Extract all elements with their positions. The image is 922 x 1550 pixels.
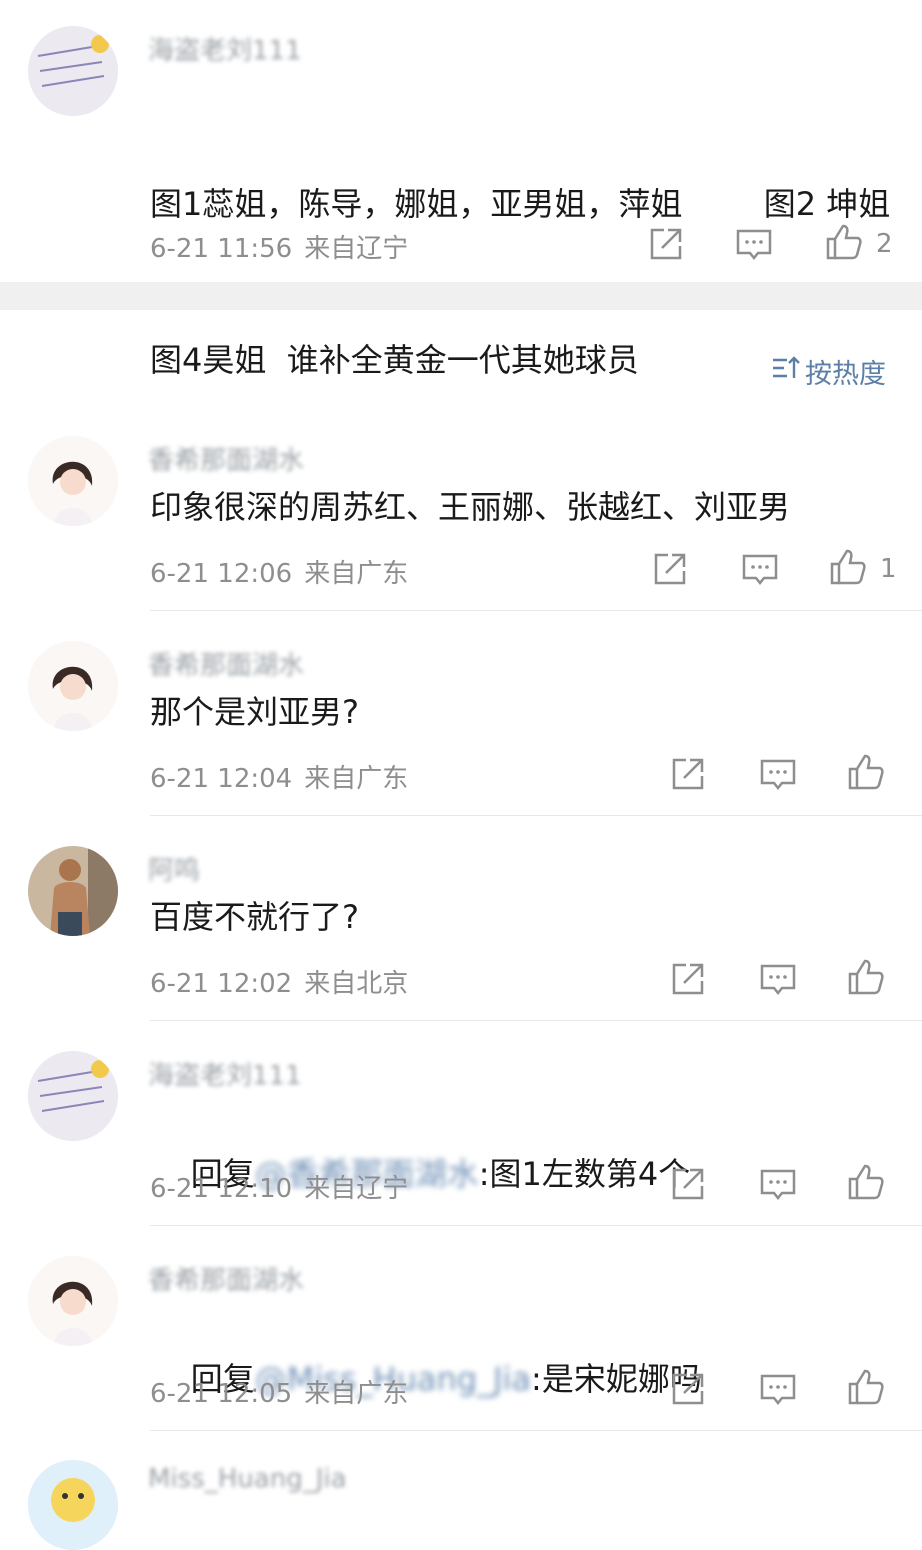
share-icon[interactable] <box>650 549 690 589</box>
reply-text: :图1左数第4个 <box>478 1155 691 1193</box>
share-icon[interactable] <box>668 1164 708 1204</box>
avatar[interactable] <box>28 1256 118 1346</box>
username[interactable]: Miss_Huang_Jia <box>148 1464 347 1494</box>
timestamp: 6-21 12:06 <box>150 559 293 589</box>
timestamp: 6-21 12:02 <box>150 969 293 999</box>
timestamp: 6-21 12:04 <box>150 764 293 794</box>
like-count: 2 <box>876 229 893 259</box>
sort-by-hot-button[interactable]: 按热度 <box>771 352 886 391</box>
location: 来自广东 <box>304 1379 409 1409</box>
comment-meta: 6-21 12:04 来自广东 <box>150 758 408 795</box>
comment-icon[interactable] <box>758 1164 798 1204</box>
location: 来自广东 <box>304 559 409 589</box>
comment-meta: 6-21 12:05 来自广东 <box>150 1373 408 1410</box>
thumbs-up-icon[interactable] <box>846 752 886 792</box>
avatar[interactable] <box>28 436 118 526</box>
location: 来自辽宁 <box>304 1174 409 1204</box>
thumbs-up-icon[interactable] <box>828 547 868 587</box>
location: 来自辽宁 <box>304 234 409 264</box>
comment-text: 印象很深的周苏红、王丽娜、张越红、刘亚男 <box>150 488 791 526</box>
share-icon[interactable] <box>646 224 686 264</box>
username[interactable]: 香希那面湖水 <box>148 440 304 477</box>
comment-icon[interactable] <box>734 224 774 264</box>
comment-meta: 6-21 12:02 来自北京 <box>150 963 408 1000</box>
comment-meta: 6-21 12:10 来自辽宁 <box>150 1168 408 1205</box>
username[interactable]: 香希那面湖水 <box>148 645 304 682</box>
comment-meta: 6-21 11:56 来自辽宁 <box>150 228 408 265</box>
divider <box>150 1225 922 1226</box>
timestamp: 6-21 12:10 <box>150 1174 293 1204</box>
divider <box>150 815 922 816</box>
location: 来自广东 <box>304 764 409 794</box>
comment-line: 图1蕊姐，陈导，娜姐，亚男姐，萍姐 图2 坤姐 <box>150 185 891 223</box>
location: 来自北京 <box>304 969 409 999</box>
comment-text: 百度不就行了? <box>150 898 359 936</box>
comment-meta: 6-21 12:06 来自广东 <box>150 553 408 590</box>
divider <box>150 610 922 611</box>
thumbs-up-icon[interactable] <box>824 222 864 262</box>
username[interactable]: 香希那面湖水 <box>148 1260 304 1297</box>
thumbs-up-icon[interactable] <box>846 1162 886 1202</box>
avatar[interactable] <box>28 846 118 936</box>
timestamp: 6-21 11:56 <box>150 234 293 264</box>
divider <box>150 1020 922 1021</box>
comment-icon[interactable] <box>758 1369 798 1409</box>
comment-icon[interactable] <box>758 959 798 999</box>
avatar[interactable] <box>28 26 118 116</box>
avatar[interactable] <box>28 641 118 731</box>
avatar[interactable] <box>28 1051 118 1141</box>
comment-icon[interactable] <box>758 754 798 794</box>
like-count: 1 <box>880 554 897 584</box>
comment-icon[interactable] <box>740 549 780 589</box>
share-icon[interactable] <box>668 1369 708 1409</box>
divider <box>150 1430 922 1431</box>
section-divider <box>0 282 922 310</box>
thumbs-up-icon[interactable] <box>846 1367 886 1407</box>
timestamp: 6-21 12:05 <box>150 1379 293 1409</box>
sort-icon <box>771 354 801 389</box>
thumbs-up-icon[interactable] <box>846 957 886 997</box>
share-icon[interactable] <box>668 959 708 999</box>
avatar[interactable] <box>28 1460 118 1550</box>
username[interactable]: 阿鸣 <box>148 850 200 887</box>
share-icon[interactable] <box>668 754 708 794</box>
sort-label: 按热度 <box>805 359 886 390</box>
username[interactable]: 海盗老刘111 <box>148 30 302 67</box>
username[interactable]: 海盗老刘111 <box>148 1055 302 1092</box>
comment-text: 那个是刘亚男? <box>150 693 359 731</box>
